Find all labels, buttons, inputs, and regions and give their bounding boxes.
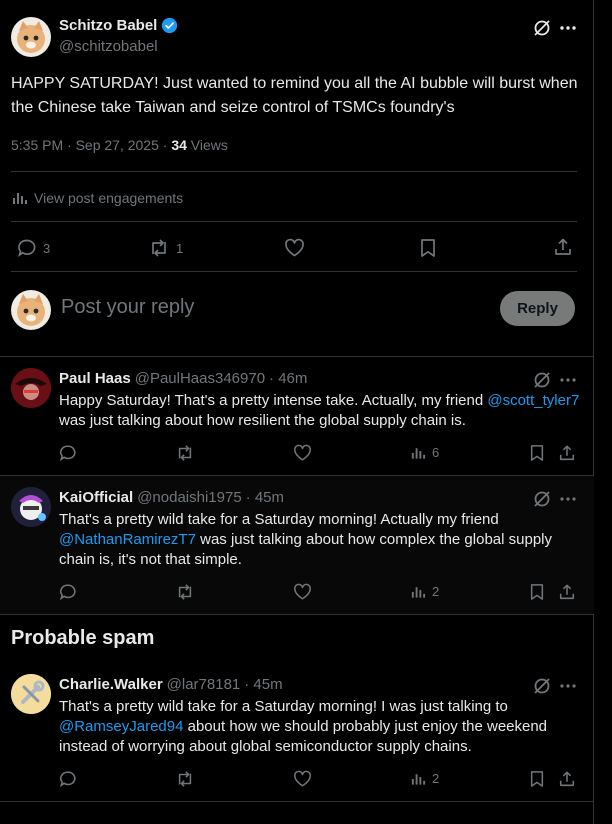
reply-author-name[interactable]: KaiOfficial bbox=[59, 489, 133, 506]
reply-icon bbox=[59, 771, 76, 788]
reply-text-start: That's a pretty wild take for a Saturday… bbox=[59, 511, 499, 528]
reply-submit-button[interactable]: Reply bbox=[500, 291, 575, 326]
analytics-icon bbox=[411, 587, 426, 598]
bookmark-button[interactable] bbox=[529, 583, 545, 601]
repost-button[interactable] bbox=[175, 770, 195, 788]
mention-link[interactable]: @NathanRamirezT7 bbox=[59, 531, 196, 548]
views-button[interactable]: 2 bbox=[410, 770, 439, 787]
share-icon bbox=[559, 445, 575, 461]
grok-icon[interactable] bbox=[532, 18, 552, 38]
reply-author-name[interactable]: Paul Haas bbox=[59, 370, 131, 387]
reply-time[interactable]: · 45m bbox=[244, 676, 282, 693]
engagements-label: View post engagements bbox=[34, 189, 184, 206]
post-meta: 5:35 PM · Sep 27, 2025 · 34 Views bbox=[11, 137, 228, 153]
post-text: HAPPY SATURDAY! Just wanted to remind yo… bbox=[11, 75, 578, 116]
repost-count: 1 bbox=[176, 240, 184, 256]
views-count: 6 bbox=[432, 445, 440, 460]
share-button[interactable] bbox=[558, 444, 576, 462]
like-button[interactable] bbox=[293, 770, 312, 788]
reply-button[interactable]: 3 bbox=[17, 238, 50, 258]
analytics-icon bbox=[411, 774, 426, 785]
author-handle[interactable]: @schitzobabel bbox=[59, 38, 158, 55]
like-button[interactable] bbox=[284, 238, 305, 258]
more-options-icon[interactable] bbox=[559, 676, 577, 696]
heart-icon bbox=[294, 583, 311, 600]
verified-badge-icon bbox=[161, 17, 178, 34]
repost-icon bbox=[178, 771, 192, 787]
composer-avatar bbox=[11, 290, 51, 330]
author-avatar[interactable] bbox=[11, 17, 51, 57]
reply-text: Happy Saturday! That's a pretty intense … bbox=[59, 391, 589, 431]
like-button[interactable] bbox=[293, 583, 312, 601]
bookmark-button[interactable] bbox=[529, 770, 545, 788]
repost-button[interactable] bbox=[175, 583, 195, 601]
analytics-icon bbox=[13, 193, 27, 204]
reply-count: 3 bbox=[43, 240, 51, 256]
reply-avatar[interactable] bbox=[11, 674, 51, 714]
view-engagements-link[interactable]: View post engagements bbox=[11, 189, 183, 206]
views-count: 2 bbox=[432, 584, 440, 599]
reply-input[interactable]: Post your reply bbox=[61, 296, 194, 319]
reply-icon bbox=[59, 584, 76, 601]
reply-avatar[interactable] bbox=[11, 487, 51, 527]
post-timestamp[interactable]: 5:35 PM · Sep 27, 2025 · bbox=[11, 137, 171, 153]
reply-button[interactable] bbox=[59, 444, 77, 462]
bookmark-icon bbox=[530, 445, 544, 461]
reply-icon bbox=[59, 445, 76, 462]
share-button[interactable] bbox=[558, 770, 576, 788]
views-label: Views bbox=[186, 137, 228, 153]
reply-author-handle[interactable]: @lar78181 bbox=[167, 676, 241, 693]
reply-button[interactable] bbox=[59, 583, 77, 601]
analytics-icon bbox=[411, 448, 426, 459]
mention-link[interactable]: @RamseyJared94 bbox=[59, 718, 183, 735]
reply-text: That's a pretty wild take for a Saturday… bbox=[59, 510, 584, 570]
reply-text-end: was just talking about how resilient the… bbox=[59, 412, 466, 429]
bookmark-icon bbox=[530, 584, 544, 600]
share-icon bbox=[559, 771, 575, 787]
grok-icon[interactable] bbox=[532, 370, 552, 390]
share-icon bbox=[555, 238, 571, 255]
repost-icon bbox=[178, 584, 192, 600]
reply-author-handle[interactable]: @PaulHaas346970 bbox=[135, 370, 265, 387]
reply-text-start: Happy Saturday! That's a pretty intense … bbox=[59, 392, 488, 409]
views-count: 2 bbox=[432, 771, 440, 786]
views-button[interactable]: 2 bbox=[410, 583, 439, 600]
views-count: 34 bbox=[171, 137, 187, 153]
heart-icon bbox=[285, 238, 304, 257]
share-button[interactable] bbox=[553, 237, 573, 257]
timeline-column: Schitzo Babel @schitzobabel HAPPY SATURD… bbox=[0, 0, 594, 824]
reply-text-start: That's a pretty wild take for a Saturday… bbox=[59, 698, 508, 715]
share-icon bbox=[559, 584, 575, 600]
grok-icon[interactable] bbox=[532, 676, 552, 696]
share-button[interactable] bbox=[558, 583, 576, 601]
reply-avatar[interactable] bbox=[11, 368, 51, 408]
repost-button[interactable] bbox=[175, 444, 195, 462]
author-name[interactable]: Schitzo Babel bbox=[59, 17, 157, 34]
bookmark-button[interactable] bbox=[529, 444, 545, 462]
bookmark-icon bbox=[530, 771, 544, 787]
reply-button[interactable] bbox=[59, 770, 77, 788]
grok-icon[interactable] bbox=[532, 489, 552, 509]
bookmark-icon bbox=[421, 239, 435, 257]
heart-icon bbox=[294, 770, 311, 787]
spam-section-title: Probable spam bbox=[11, 627, 155, 649]
like-button[interactable] bbox=[293, 444, 312, 462]
views-button[interactable]: 6 bbox=[410, 444, 439, 461]
repost-icon bbox=[178, 445, 192, 461]
repost-button[interactable]: 1 bbox=[148, 238, 183, 258]
more-options-icon[interactable] bbox=[559, 370, 577, 390]
mention-link[interactable]: @scott_tyler7 bbox=[487, 392, 579, 409]
reply-time[interactable]: · 45m bbox=[246, 489, 284, 506]
more-options-icon[interactable] bbox=[559, 489, 577, 509]
reply-icon bbox=[18, 239, 36, 258]
reply-author-handle[interactable]: @nodaishi1975 bbox=[137, 489, 241, 506]
bookmark-button[interactable] bbox=[419, 238, 437, 258]
heart-icon bbox=[294, 444, 311, 461]
repost-icon bbox=[152, 239, 166, 257]
more-options-icon[interactable] bbox=[559, 18, 577, 38]
reply-text: That's a pretty wild take for a Saturday… bbox=[59, 697, 584, 757]
reply-author-name[interactable]: Charlie.Walker bbox=[59, 676, 163, 693]
reply-time[interactable]: · 46m bbox=[269, 370, 307, 387]
